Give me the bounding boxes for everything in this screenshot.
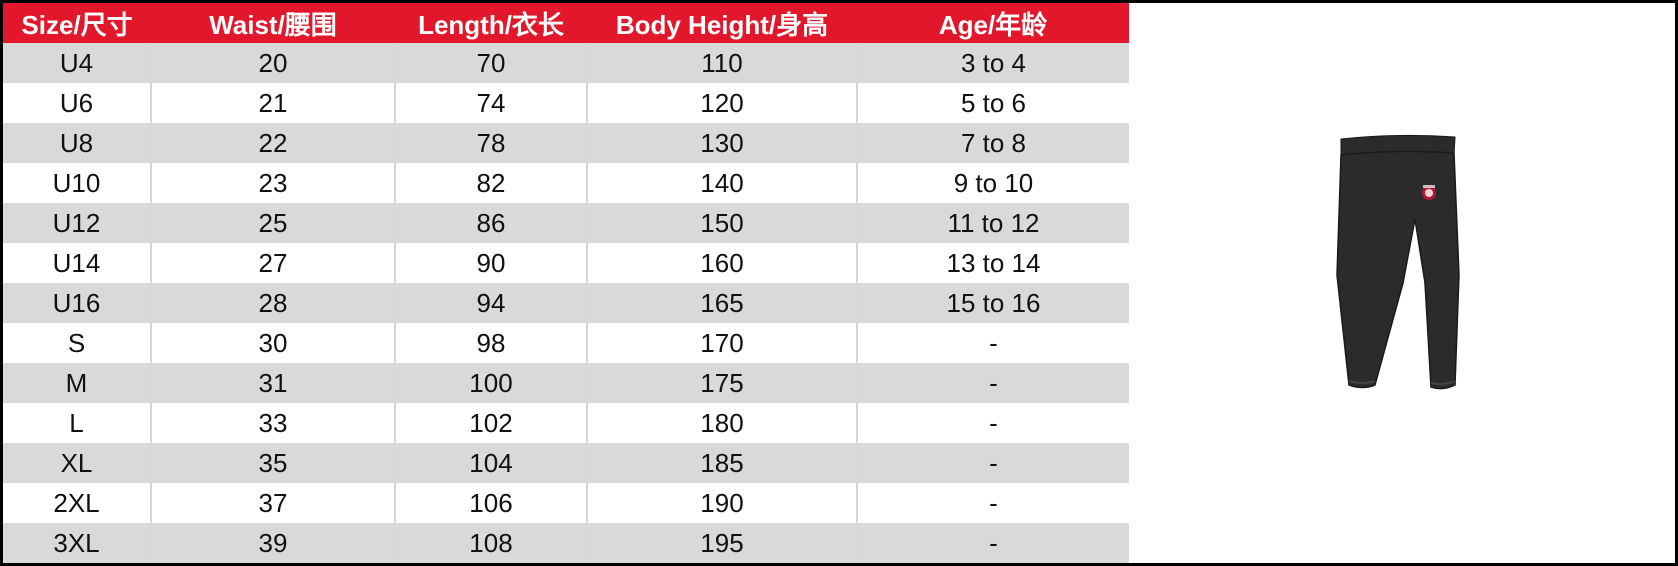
cell-length: 102 — [394, 403, 587, 443]
header-age: Age/年龄 — [857, 3, 1129, 43]
cell-waist: 23 — [150, 163, 395, 203]
header-length: Length/衣长 — [395, 3, 587, 43]
header-waist: Waist/腰围 — [151, 3, 395, 43]
cell-size: M — [3, 363, 151, 403]
cell-age: 11 to 12 — [856, 203, 1129, 243]
cell-size: S — [3, 323, 151, 363]
table-row: U12 25 86 150 11 to 12 — [3, 203, 1129, 243]
cell-body-height: 185 — [586, 443, 857, 483]
header-row: Size/尺寸 Waist/腰围 Length/衣长 Body Height/身… — [3, 3, 1129, 43]
cell-age: - — [856, 363, 1129, 403]
cell-size: U14 — [3, 243, 151, 283]
cell-length: 90 — [394, 243, 587, 283]
header-size: Size/尺寸 — [3, 3, 151, 43]
cell-length: 98 — [394, 323, 587, 363]
cell-length: 94 — [394, 283, 587, 323]
cell-length: 104 — [394, 443, 587, 483]
cell-length: 74 — [394, 83, 587, 123]
cell-length: 70 — [394, 43, 587, 83]
cell-waist: 25 — [150, 203, 395, 243]
cell-body-height: 190 — [586, 483, 857, 523]
cell-body-height: 150 — [586, 203, 857, 243]
cell-age: 9 to 10 — [856, 163, 1129, 203]
table-row: 2XL 37 106 190- — [3, 483, 1129, 523]
cell-age: 5 to 6 — [856, 83, 1129, 123]
cell-length: 108 — [394, 523, 587, 563]
table-row: L 33 102 180- — [3, 403, 1129, 443]
crest-icon — [1422, 185, 1436, 200]
cell-age: 13 to 14 — [856, 243, 1129, 283]
cell-body-height: 130 — [586, 123, 857, 163]
cell-body-height: 165 — [586, 283, 857, 323]
cell-size: U16 — [3, 283, 151, 323]
cell-waist: 28 — [150, 283, 395, 323]
table-body: U4 20 70 110 3 to 4 U6 21 74 120 5 to 6 U8 22 78 130 7… — [3, 43, 1129, 563]
cell-age: - — [856, 323, 1129, 363]
table-row: U8 22 78 130 7 to 8 — [3, 123, 1129, 163]
cell-size: 2XL — [3, 483, 151, 523]
table-row: U4 20 70 110 3 to 4 — [3, 43, 1129, 83]
cell-age: - — [856, 523, 1129, 563]
cell-age: 3 to 4 — [856, 43, 1129, 83]
cell-waist: 31 — [150, 363, 395, 403]
table-row: 3XL 39 108 195- — [3, 523, 1129, 563]
cell-size: XL — [3, 443, 151, 483]
cell-age: - — [856, 483, 1129, 523]
size-chart: Size/尺寸 Waist/腰围 Length/衣长 Body Height/身… — [0, 0, 1678, 566]
cell-size: U6 — [3, 83, 151, 123]
product-image — [1129, 3, 1675, 563]
cell-waist: 30 — [150, 323, 395, 363]
size-table: Size/尺寸 Waist/腰围 Length/衣长 Body Height/身… — [3, 3, 1129, 563]
table-row: U16 28 94 165 15 to 16 — [3, 283, 1129, 323]
cell-age: 7 to 8 — [856, 123, 1129, 163]
table-row: U10 23 82 140 9 to 10 — [3, 163, 1129, 203]
cell-waist: 39 — [150, 523, 395, 563]
cell-size: U10 — [3, 163, 151, 203]
cell-waist: 20 — [150, 43, 395, 83]
cell-length: 82 — [394, 163, 587, 203]
cell-waist: 27 — [150, 243, 395, 283]
cell-waist: 33 — [150, 403, 395, 443]
cell-waist: 21 — [150, 83, 395, 123]
cell-size: U12 — [3, 203, 151, 243]
cell-age: 15 to 16 — [856, 283, 1129, 323]
cell-length: 100 — [394, 363, 587, 403]
cell-waist: 37 — [150, 483, 395, 523]
cell-body-height: 195 — [586, 523, 857, 563]
cell-length: 86 — [394, 203, 587, 243]
cell-size: U8 — [3, 123, 151, 163]
table-row: U14 27 90 160 13 to 14 — [3, 243, 1129, 283]
cell-size: U4 — [3, 43, 151, 83]
header-body-height: Body Height/身高 — [587, 3, 857, 43]
table-row: XL 35 104 185- — [3, 443, 1129, 483]
cell-body-height: 170 — [586, 323, 857, 363]
cell-body-height: 110 — [586, 43, 857, 83]
cell-body-height: 160 — [586, 243, 857, 283]
cell-size: 3XL — [3, 523, 151, 563]
cell-body-height: 140 — [586, 163, 857, 203]
table-row: S 30 98 170- — [3, 323, 1129, 363]
cell-body-height: 180 — [586, 403, 857, 443]
track-pants-icon — [1336, 134, 1460, 390]
cell-body-height: 120 — [586, 83, 857, 123]
cell-body-height: 175 — [586, 363, 857, 403]
cell-size: L — [3, 403, 151, 443]
cell-waist: 35 — [150, 443, 395, 483]
cell-age: - — [856, 403, 1129, 443]
cell-length: 78 — [394, 123, 587, 163]
table-row: M 31 100 175- — [3, 363, 1129, 403]
cell-waist: 22 — [150, 123, 395, 163]
cell-age: - — [856, 443, 1129, 483]
cell-length: 106 — [394, 483, 587, 523]
table-row: U6 21 74 120 5 to 6 — [3, 83, 1129, 123]
